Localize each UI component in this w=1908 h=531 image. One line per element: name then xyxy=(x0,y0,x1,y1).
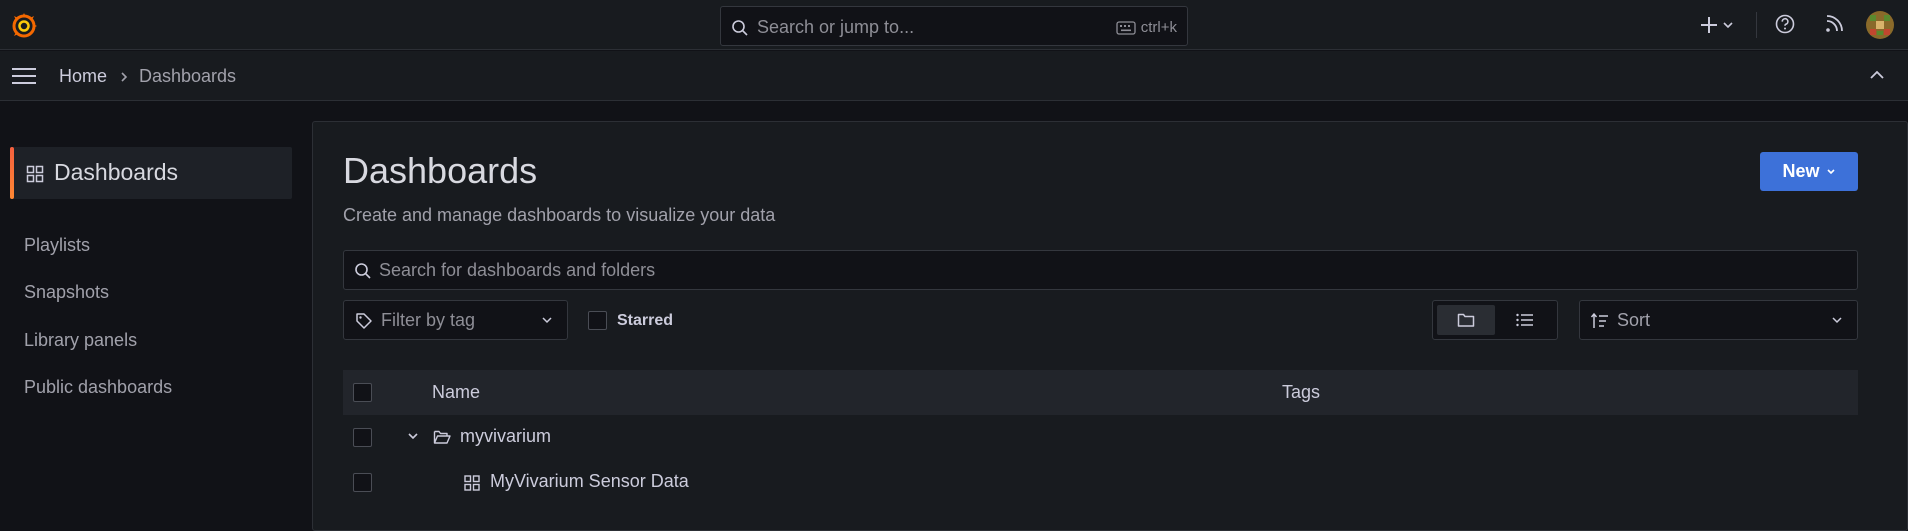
table-header: Name Tags xyxy=(343,370,1858,415)
chevron-down-icon xyxy=(1826,168,1835,174)
user-avatar[interactable] xyxy=(1866,11,1894,39)
global-search-input[interactable]: Search or jump to... ctrl+k xyxy=(720,6,1188,46)
plus-icon xyxy=(1701,17,1733,33)
chevron-down-icon xyxy=(1831,316,1843,324)
top-navbar: Search or jump to... ctrl+k xyxy=(0,0,1908,50)
column-header-tags: Tags xyxy=(1282,382,1321,402)
new-button-label: New xyxy=(1782,161,1820,181)
chevron-down-icon xyxy=(541,316,553,324)
folder-open-icon xyxy=(433,429,451,445)
folder-name-link[interactable]: myvivarium xyxy=(460,426,551,447)
sidebar-item-public-dashboards[interactable]: Public dashboards xyxy=(24,377,172,398)
add-new-button[interactable] xyxy=(1700,13,1740,37)
tag-icon xyxy=(355,312,373,330)
sidebar-item-library-panels[interactable]: Library panels xyxy=(24,330,137,351)
apps-icon xyxy=(26,165,44,183)
menu-toggle-button[interactable] xyxy=(11,67,37,85)
starred-checkbox[interactable] xyxy=(588,311,607,330)
page-title: Dashboards xyxy=(343,150,538,191)
starred-label[interactable]: Starred xyxy=(617,312,673,330)
row-checkbox[interactable] xyxy=(353,428,372,447)
sidebar-item-dashboards[interactable]: Dashboards xyxy=(10,147,292,199)
sort-icon xyxy=(1590,312,1610,330)
table-row-folder[interactable]: myvivarium xyxy=(343,415,1858,460)
help-icon xyxy=(1775,14,1795,34)
sort-label: Sort xyxy=(1617,310,1651,330)
new-button[interactable]: New xyxy=(1760,152,1858,191)
folder-icon xyxy=(1457,313,1475,327)
breadcrumb-bar: Home Dashboards xyxy=(0,51,1908,101)
search-icon xyxy=(354,262,372,280)
tag-filter-placeholder: Filter by tag xyxy=(381,310,476,330)
dashboard-name-link[interactable]: MyVivarium Sensor Data xyxy=(490,471,689,492)
dashboard-search-input[interactable]: Search for dashboards and folders xyxy=(343,250,1858,290)
sidebar-item-snapshots[interactable]: Snapshots xyxy=(24,282,109,303)
chevron-up-icon xyxy=(1870,70,1884,79)
search-icon xyxy=(731,19,749,37)
chevron-right-icon xyxy=(119,70,129,84)
sidebar-item-playlists[interactable]: Playlists xyxy=(24,235,90,256)
keyboard-icon xyxy=(1116,20,1136,35)
shortcut-label: ctrl+k xyxy=(1140,19,1177,36)
folder-view-button[interactable] xyxy=(1437,305,1495,335)
list-icon xyxy=(1516,313,1533,327)
row-checkbox[interactable] xyxy=(353,473,372,492)
table-row-dashboard[interactable]: MyVivarium Sensor Data xyxy=(343,460,1858,505)
breadcrumb-current: Dashboards xyxy=(139,66,237,86)
column-header-name: Name xyxy=(432,382,481,402)
sort-select[interactable]: Sort xyxy=(1579,300,1858,340)
toolbar-divider xyxy=(1756,12,1757,38)
view-toggle xyxy=(1432,300,1558,340)
collapse-header-button[interactable] xyxy=(1868,68,1886,82)
dashboard-search-placeholder: Search for dashboards and folders xyxy=(379,260,656,280)
page-subtitle: Create and manage dashboards to visualiz… xyxy=(343,205,776,225)
global-search-placeholder: Search or jump to... xyxy=(757,17,915,37)
chevron-down-icon[interactable] xyxy=(407,431,419,441)
grafana-logo-icon[interactable] xyxy=(10,12,38,40)
apps-icon xyxy=(464,475,480,491)
hamburger-icon xyxy=(12,68,36,84)
breadcrumb-home-link[interactable]: Home xyxy=(59,66,107,87)
help-button[interactable] xyxy=(1774,13,1796,35)
select-all-checkbox[interactable] xyxy=(353,383,372,402)
tag-filter-select[interactable]: Filter by tag xyxy=(343,300,568,340)
list-view-button[interactable] xyxy=(1515,311,1535,329)
news-button[interactable] xyxy=(1823,13,1845,35)
active-indicator xyxy=(10,147,14,199)
rss-icon xyxy=(1826,15,1843,32)
keyboard-shortcut-hint: ctrl+k xyxy=(1116,19,1177,36)
sidebar-active-label: Dashboards xyxy=(54,159,179,185)
